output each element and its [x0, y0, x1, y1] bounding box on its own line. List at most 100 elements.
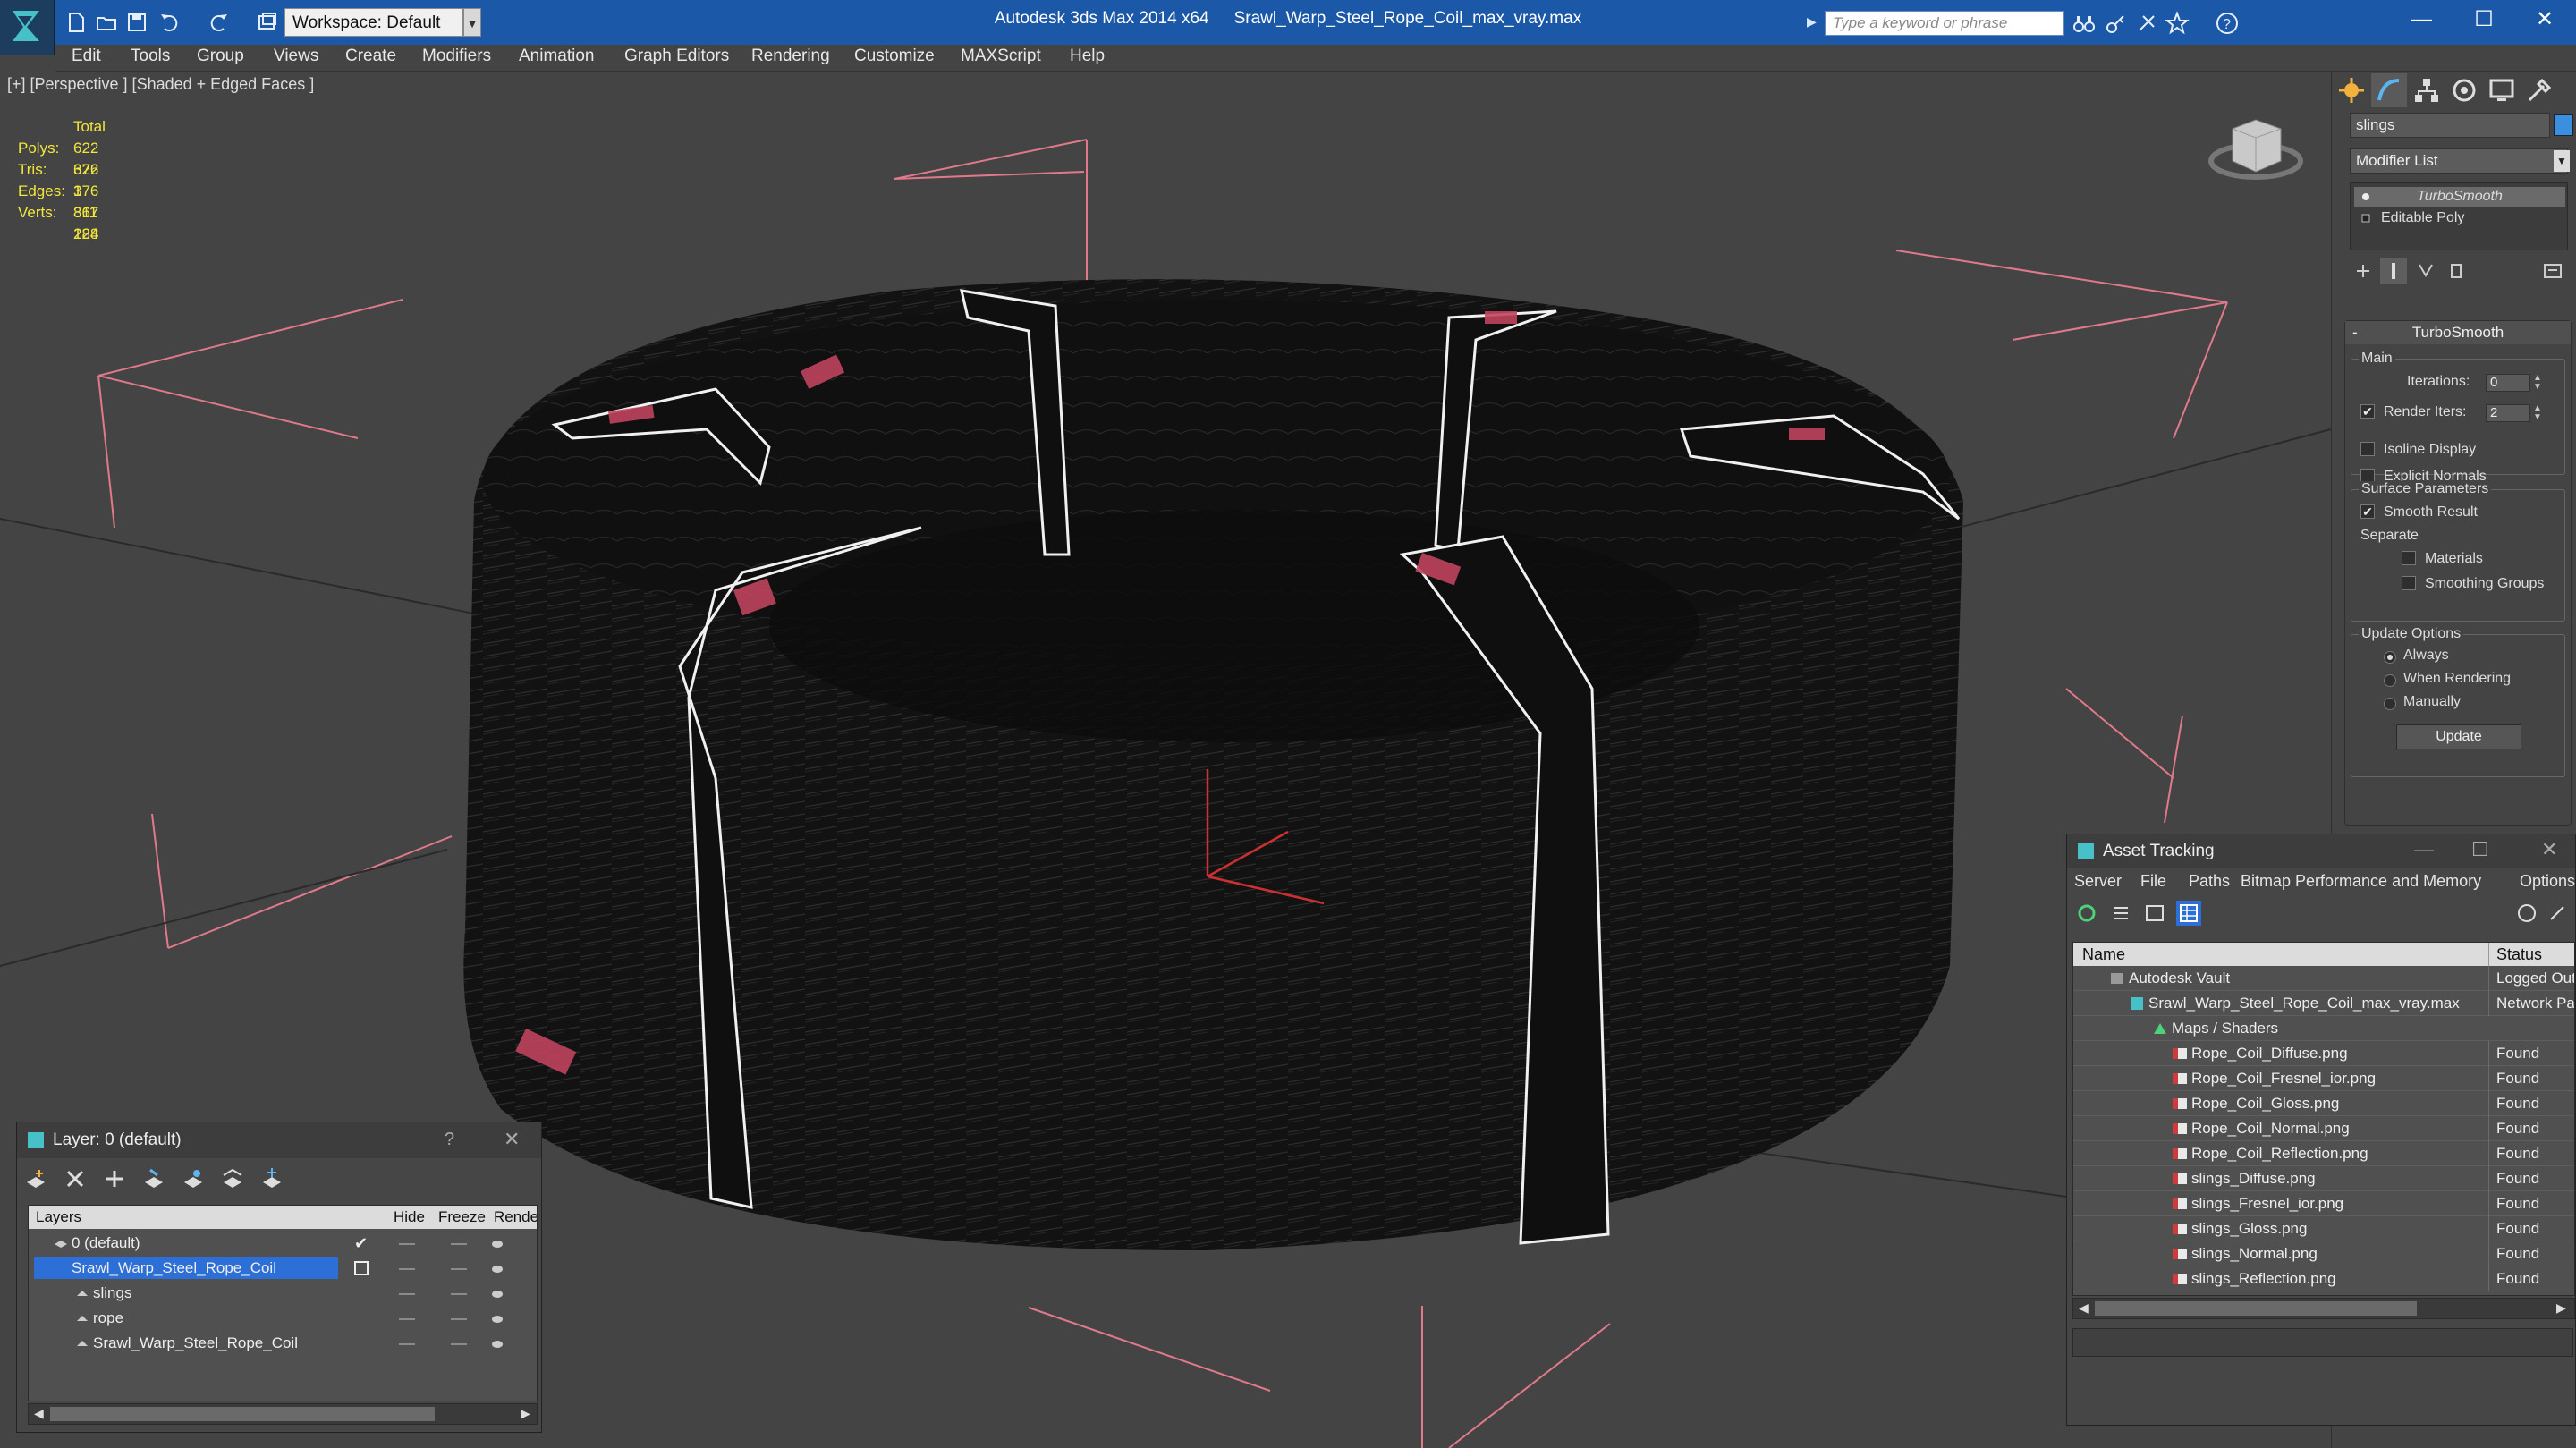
- hide-toggle[interactable]: [399, 1318, 415, 1320]
- render-iters-spinner[interactable]: 2: [2486, 404, 2530, 422]
- viewport-label[interactable]: [+] [Perspective ] [Shaded + Edged Faces…: [7, 75, 314, 94]
- list-view-icon[interactable]: [2108, 901, 2133, 926]
- isoline-display-checkbox[interactable]: [2360, 442, 2375, 456]
- scroll-left-icon[interactable]: ◀: [34, 1406, 44, 1421]
- make-unique-icon[interactable]: [2412, 258, 2439, 284]
- maximize-button[interactable]: ☐: [2453, 0, 2515, 39]
- chevron-down-icon[interactable]: ▼: [2554, 150, 2570, 172]
- rollout-header[interactable]: - TurboSmooth: [2345, 321, 2571, 344]
- lightbulb-icon[interactable]: [2361, 192, 2370, 201]
- hide-toggle[interactable]: [399, 1243, 415, 1245]
- chevron-down-icon[interactable]: ▼: [463, 8, 481, 37]
- hide-toggle[interactable]: [399, 1343, 415, 1345]
- smooth-result-checkbox[interactable]: ✔: [2360, 504, 2375, 519]
- stack-item-editable-poly[interactable]: Editable Poly: [2354, 208, 2565, 228]
- asset-row[interactable]: slings_Diffuse.png Found: [2073, 1166, 2574, 1191]
- asset-horizontal-scrollbar[interactable]: ◀ ▶: [2072, 1298, 2575, 1319]
- menu-edit[interactable]: Edit: [72, 47, 101, 66]
- freeze-toggle[interactable]: [451, 1343, 467, 1345]
- show-end-result-icon[interactable]: [2380, 258, 2407, 284]
- asset-row[interactable]: Rope_Coil_Gloss.png Found: [2073, 1091, 2574, 1116]
- column-render-header[interactable]: Render: [494, 1206, 537, 1229]
- communication-center-icon[interactable]: [2134, 11, 2159, 36]
- scroll-left-icon[interactable]: ◀: [2079, 1300, 2089, 1316]
- asset-row[interactable]: Rope_Coil_Normal.png Found: [2073, 1116, 2574, 1141]
- freeze-toggle[interactable]: [451, 1318, 467, 1320]
- manually-radio[interactable]: [2384, 698, 2396, 710]
- asset-row[interactable]: slings_Reflection.png Found: [2073, 1266, 2574, 1291]
- hide-all-layers-icon[interactable]: [219, 1165, 246, 1192]
- render-iters-checkbox[interactable]: ✔: [2360, 404, 2375, 419]
- update-button[interactable]: Update: [2396, 724, 2521, 749]
- open-file-icon[interactable]: [95, 11, 118, 34]
- asset-row[interactable]: Rope_Coil_Reflection.png Found: [2073, 1141, 2574, 1166]
- freeze-toggle[interactable]: [451, 1268, 467, 1270]
- highlight-layer-icon[interactable]: [180, 1165, 207, 1192]
- close-icon[interactable]: ✕: [2541, 838, 2557, 861]
- refresh-icon[interactable]: [2074, 901, 2099, 926]
- asset-menu-paths[interactable]: Paths: [2189, 872, 2230, 891]
- detail-view-icon[interactable]: [2142, 901, 2167, 926]
- create-tab-icon[interactable]: [2334, 73, 2369, 107]
- new-file-icon[interactable]: [64, 11, 88, 34]
- select-objects-icon[interactable]: [140, 1165, 167, 1192]
- minimize-button[interactable]: —: [2390, 0, 2453, 39]
- add-to-layer-icon[interactable]: [101, 1165, 128, 1192]
- column-hide-header[interactable]: Hide: [394, 1206, 425, 1229]
- when-rendering-radio[interactable]: [2384, 674, 2396, 687]
- maximize-icon[interactable]: ☐: [2471, 838, 2489, 861]
- hide-toggle[interactable]: [399, 1268, 415, 1270]
- modifier-list-dropdown[interactable]: Modifier List: [2350, 148, 2568, 174]
- current-layer-check-icon[interactable]: ✔: [354, 1231, 368, 1256]
- spinner-arrows-icon[interactable]: ▲ ▼: [2532, 374, 2543, 392]
- asset-row[interactable]: Autodesk Vault Logged Out: [2073, 966, 2574, 991]
- save-icon[interactable]: [125, 11, 148, 34]
- menu-rendering[interactable]: Rendering: [751, 47, 830, 66]
- scroll-right-icon[interactable]: ▶: [2556, 1300, 2566, 1316]
- materials-checkbox[interactable]: [2402, 551, 2416, 565]
- column-name-header[interactable]: Name: [2082, 943, 2125, 966]
- redo-icon[interactable]: [208, 11, 231, 34]
- render-teapot-icon[interactable]: [490, 1263, 504, 1274]
- favorites-star-icon[interactable]: [2165, 11, 2190, 36]
- object-name-input[interactable]: slings: [2350, 113, 2550, 138]
- scrollbar-thumb[interactable]: [2095, 1301, 2417, 1316]
- help-icon[interactable]: [2514, 901, 2539, 926]
- layer-row[interactable]: Srawl_Warp_Steel_Rope_Coil: [29, 1331, 537, 1356]
- key-icon[interactable]: [2104, 11, 2129, 36]
- layer-row[interactable]: 0 (default) ✔: [29, 1231, 537, 1256]
- minimize-icon[interactable]: —: [2414, 838, 2434, 861]
- menu-views[interactable]: Views: [274, 47, 318, 66]
- column-layers-header[interactable]: Layers: [36, 1206, 81, 1229]
- hide-toggle[interactable]: [399, 1293, 415, 1295]
- settings-icon[interactable]: [2545, 901, 2570, 926]
- modify-tab-icon[interactable]: [2371, 73, 2407, 107]
- asset-menu-file[interactable]: File: [2140, 872, 2166, 891]
- asset-row[interactable]: slings_Normal.png Found: [2073, 1241, 2574, 1266]
- menu-animation[interactable]: Animation: [519, 47, 595, 66]
- app-logo[interactable]: [0, 0, 55, 55]
- freeze-all-layers-icon[interactable]: [258, 1165, 285, 1192]
- asset-menu-server[interactable]: Server: [2074, 872, 2122, 891]
- scrollbar-thumb[interactable]: [50, 1407, 435, 1421]
- menu-graph-editors[interactable]: Graph Editors: [624, 47, 729, 66]
- layer-horizontal-scrollbar[interactable]: ◀ ▶: [28, 1403, 538, 1425]
- menu-modifiers[interactable]: Modifiers: [422, 47, 491, 66]
- render-teapot-icon[interactable]: [490, 1313, 504, 1324]
- table-view-icon[interactable]: [2176, 901, 2201, 926]
- project-folder-icon[interactable]: [256, 11, 279, 34]
- asset-row[interactable]: slings_Gloss.png Found: [2073, 1216, 2574, 1241]
- menu-group[interactable]: Group: [197, 47, 244, 66]
- binoculars-icon[interactable]: [2072, 11, 2097, 36]
- help-icon[interactable]: ?: [2215, 11, 2240, 36]
- asset-row[interactable]: Rope_Coil_Diffuse.png Found: [2073, 1041, 2574, 1066]
- viewcube-icon[interactable]: [2208, 119, 2303, 180]
- delete-layer-icon[interactable]: [62, 1165, 89, 1192]
- spinner-arrows-icon[interactable]: ▲ ▼: [2532, 404, 2543, 422]
- layer-row[interactable]: rope: [29, 1306, 537, 1331]
- utilities-tab-icon[interactable]: [2521, 73, 2557, 107]
- layer-row[interactable]: slings: [29, 1281, 537, 1306]
- create-layer-icon[interactable]: [22, 1165, 49, 1192]
- column-status-header[interactable]: Status: [2488, 943, 2574, 966]
- pin-stack-icon[interactable]: [2350, 258, 2377, 284]
